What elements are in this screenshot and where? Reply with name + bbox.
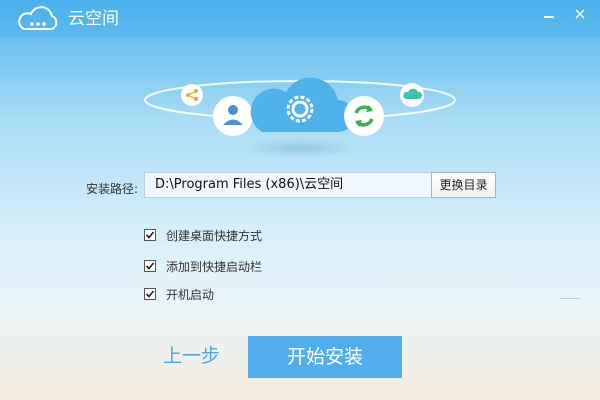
change-directory-button[interactable]: 更换目录 (431, 172, 496, 198)
hero-illustration (144, 77, 456, 136)
sync-icon (344, 96, 384, 136)
checkbox[interactable] (144, 288, 156, 300)
option-label: 开机启动 (166, 288, 215, 302)
checkbox[interactable] (144, 260, 156, 272)
divider (560, 298, 580, 299)
user-icon (213, 96, 253, 136)
install-path-label: 安装路径: (86, 182, 139, 196)
checkmark-icon (145, 262, 155, 270)
install-path-input[interactable]: D:\Program Files (x86)\云空间 (144, 172, 432, 198)
checkmark-icon (145, 290, 155, 298)
close-icon: × (573, 4, 587, 23)
close-button[interactable]: × (569, 4, 591, 24)
minimize-button[interactable] (538, 4, 560, 24)
checkbox[interactable] (144, 229, 156, 241)
app-title: 云空间 (68, 9, 119, 29)
title-bar[interactable]: 云空间 × (0, 0, 600, 38)
cloud-logo-icon (18, 6, 58, 30)
small-cloud-icon (400, 83, 424, 107)
back-button[interactable]: 上一步 (163, 344, 220, 368)
share-icon (181, 84, 203, 106)
option-label: 创建桌面快捷方式 (166, 229, 263, 243)
installer-window: 云空间 × 安装路径: D:\Program Files (x86)\云空间 更… (0, 0, 600, 400)
option-label: 添加到快捷启动栏 (166, 260, 263, 274)
start-install-button[interactable]: 开始安装 (248, 336, 402, 378)
checkmark-icon (145, 231, 155, 239)
cloud-gear-icon (250, 77, 354, 132)
